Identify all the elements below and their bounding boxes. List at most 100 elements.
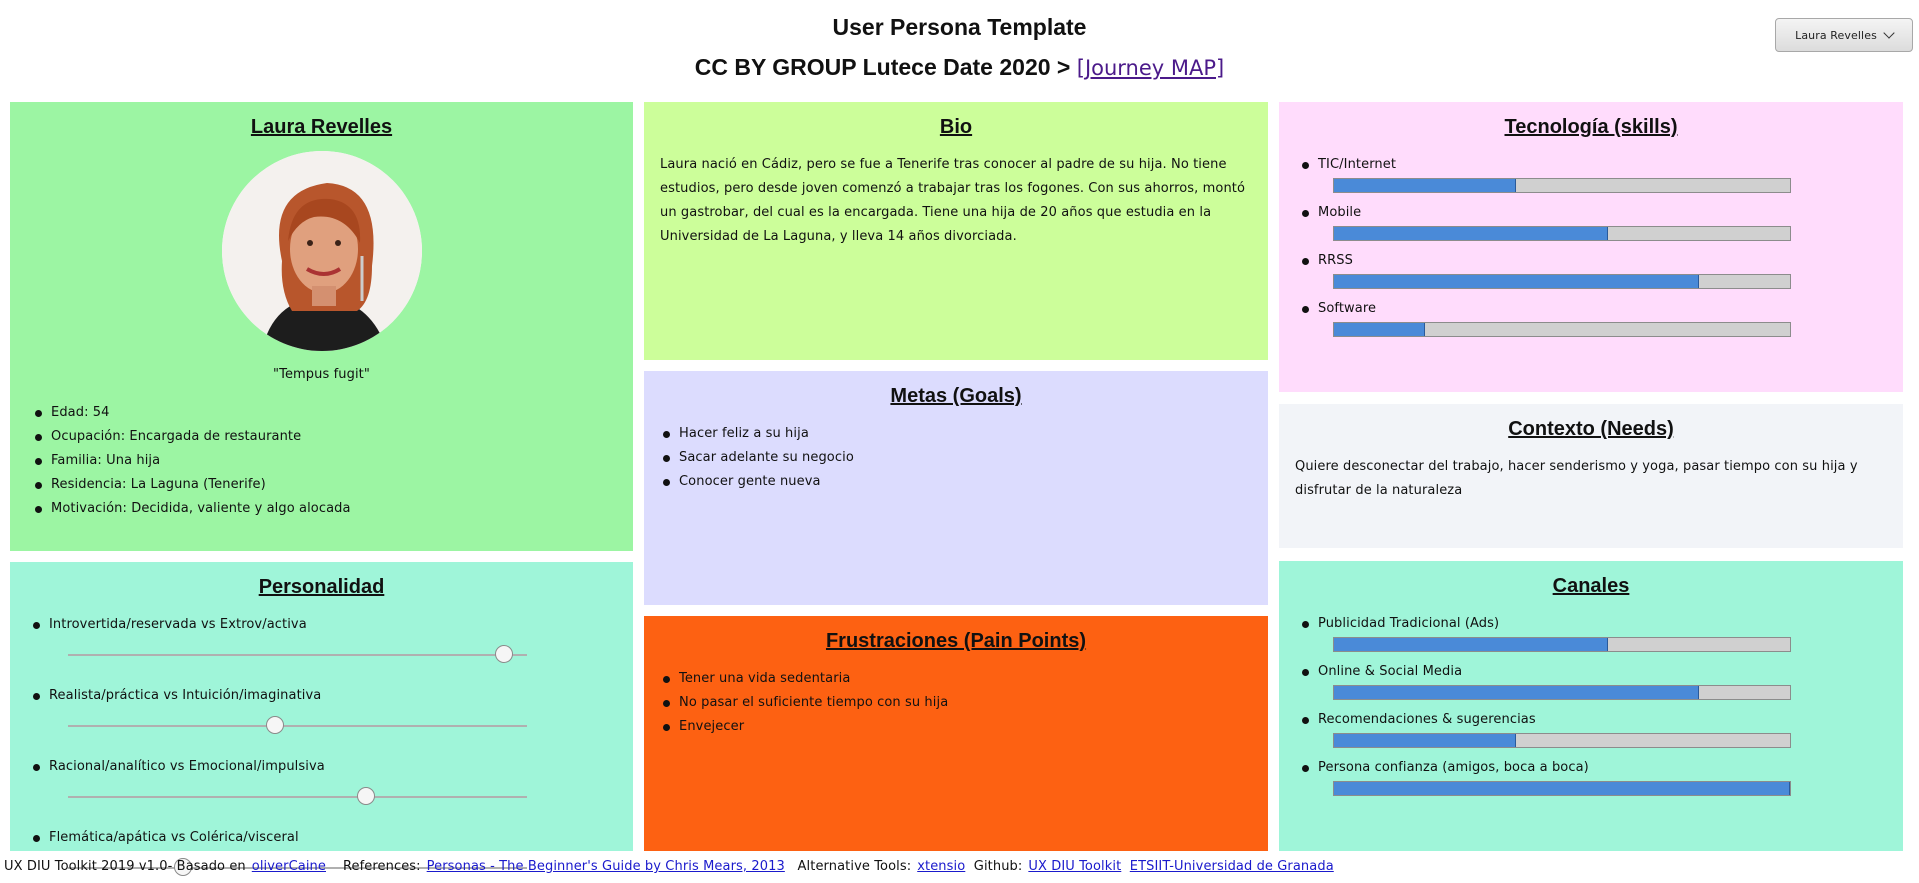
traits-list: Introvertida/reservada vs Extrov/activa …: [26, 613, 617, 876]
footer-refs-label: References:: [342, 859, 421, 874]
context-text: Quiere desconectar del trabajo, hacer se…: [1295, 459, 1858, 498]
skill-item: Software: [1299, 297, 1887, 337]
skill-bar: [1333, 274, 1791, 289]
channels-card: Canales Publicidad Tradicional (Ads) Onl…: [1279, 561, 1903, 851]
channel-item: Recomendaciones & sugerencias: [1299, 708, 1887, 748]
persona-quote: "Tempus fugit": [273, 367, 370, 382]
skill-item: TIC/Internet: [1299, 153, 1887, 193]
list-item: Hacer feliz a su hija: [660, 422, 1252, 446]
slider-handle[interactable]: [495, 645, 514, 663]
subtitle-text: CC BY GROUP Lutece Date 2020 >: [694, 54, 1071, 80]
skill-bar-fill: [1334, 323, 1426, 336]
channel-bar: [1333, 637, 1791, 652]
footer-refs-link[interactable]: Personas - The Beginner's Guide by Chris…: [427, 859, 785, 874]
trait-label: Racional/analítico vs Emocional/impulsiv…: [49, 759, 325, 774]
footer-alt-link[interactable]: xtensio: [917, 859, 965, 874]
goals-title: Metas (Goals): [890, 385, 1022, 407]
skills-list: TIC/Internet Mobile RRSS Software: [1295, 153, 1887, 337]
page-title: User Persona Template: [832, 14, 1087, 40]
slider-handle[interactable]: [265, 716, 284, 734]
channel-bar-fill: [1334, 686, 1699, 699]
list-item: Envejecer: [660, 715, 1252, 739]
channel-bar: [1333, 733, 1791, 748]
channels-title: Canales: [1552, 575, 1630, 597]
footer-alt-label: Alternative Tools:: [797, 859, 912, 874]
frustrations-list: Tener una vida sedentaria No pasar el su…: [660, 667, 1252, 739]
page-footer: UX DIU Toolkit 2019 v1.0- Basado en olive…: [4, 859, 1334, 874]
trait-slider[interactable]: [68, 645, 527, 663]
list-item: Sacar adelante su negocio: [660, 446, 1252, 470]
tech-title: Tecnología (skills): [1504, 116, 1678, 138]
list-item: Residencia: La Laguna (Tenerife): [32, 473, 617, 497]
trait-slider[interactable]: [68, 716, 527, 734]
trait-label: Introvertida/reservada vs Extrov/activa: [49, 617, 307, 632]
footer-github-label: Github:: [973, 859, 1023, 874]
trait-label: Realista/práctica vs Intuición/imaginati…: [49, 688, 322, 703]
footer-credit: UX DIU Toolkit 2019 v1.0- Basado en: [4, 859, 246, 874]
skill-bar: [1333, 226, 1791, 241]
channel-bar-fill: [1334, 782, 1790, 795]
bio-title: Bio: [939, 116, 973, 138]
skill-bar-fill: [1334, 227, 1608, 240]
channel-item: Publicidad Tradicional (Ads): [1299, 612, 1887, 652]
channel-bar: [1333, 781, 1791, 796]
skill-label: Software: [1318, 301, 1377, 316]
goals-list: Hacer feliz a su hija Sacar adelante su …: [660, 422, 1252, 494]
page-header: User Persona Template CC BY GROUP Lutece…: [0, 0, 1919, 100]
list-item: Edad: 54: [32, 401, 617, 425]
skill-bar-fill: [1334, 179, 1517, 192]
journey-map-link[interactable]: [Journey MAP]: [1077, 56, 1224, 80]
channel-bar-fill: [1334, 734, 1517, 747]
chevron-down-icon: [1883, 26, 1895, 39]
persona-selector[interactable]: Laura Revelles: [1775, 18, 1913, 52]
page-subtitle: CC BY GROUP Lutece Date 2020 > [Journey …: [0, 54, 1919, 81]
persona-card: Laura Revelles "Tempus fugit" Edad: 54 O…: [10, 102, 633, 551]
slider-handle[interactable]: [357, 787, 376, 805]
channel-label: Online & Social Media: [1318, 664, 1463, 679]
channel-bar: [1333, 685, 1791, 700]
list-item: Conocer gente nueva: [660, 470, 1252, 494]
persona-selector-label: Laura Revelles: [1795, 28, 1877, 42]
list-item: Familia: Una hija: [32, 449, 617, 473]
skill-item: Mobile: [1299, 201, 1887, 241]
trait-item: Realista/práctica vs Intuición/imaginati…: [30, 684, 617, 734]
list-item: Motivación: Decidida, valiente y algo al…: [32, 497, 617, 521]
skill-item: RRSS: [1299, 249, 1887, 289]
footer-github-link[interactable]: UX DIU Toolkit: [1028, 859, 1121, 874]
frustrations-card: Frustraciones (Pain Points) Tener una vi…: [644, 616, 1268, 851]
context-title: Contexto (Needs): [1508, 418, 1674, 440]
trait-label: Flemática/apática vs Colérica/visceral: [49, 830, 299, 845]
frustrations-title: Frustraciones (Pain Points): [825, 630, 1087, 652]
footer-credit-link[interactable]: oliverCaine: [252, 859, 326, 874]
list-item: Tener una vida sedentaria: [660, 667, 1252, 691]
channel-label: Recomendaciones & sugerencias: [1318, 712, 1536, 727]
persona-name: Laura Revelles: [250, 116, 393, 138]
channels-list: Publicidad Tradicional (Ads) Online & So…: [1295, 612, 1887, 796]
channel-item: Persona confianza (amigos, boca a boca): [1299, 756, 1887, 796]
list-item: No pasar el suficiente tiempo con su hij…: [660, 691, 1252, 715]
channel-label: Persona confianza (amigos, boca a boca): [1318, 760, 1589, 775]
skill-label: RRSS: [1318, 253, 1353, 268]
personality-title: Personalidad: [258, 576, 385, 598]
personality-card: Personalidad Introvertida/reservada vs E…: [10, 562, 633, 876]
context-card: Contexto (Needs) Quiere desconectar del …: [1279, 404, 1903, 548]
skill-bar: [1333, 178, 1791, 193]
avatar: [221, 151, 422, 351]
channel-item: Online & Social Media: [1299, 660, 1887, 700]
trait-item: Introvertida/reservada vs Extrov/activa: [30, 613, 617, 663]
bio-text: Laura nació en Cádiz, pero se fue a Tene…: [660, 157, 1246, 244]
footer-university-link[interactable]: ETSIIT-Universidad de Granada: [1130, 859, 1334, 874]
trait-item: Racional/analítico vs Emocional/impulsiv…: [30, 755, 617, 805]
avatar-photo: [221, 151, 422, 351]
tech-skills-card: Tecnología (skills) TIC/Internet Mobile …: [1279, 102, 1903, 392]
trait-slider[interactable]: [68, 787, 527, 805]
skill-bar-fill: [1334, 275, 1699, 288]
list-item: Ocupación: Encargada de restaurante: [32, 425, 617, 449]
channel-bar-fill: [1334, 638, 1608, 651]
skill-label: Mobile: [1318, 205, 1362, 220]
goals-card: Metas (Goals) Hacer feliz a su hija Saca…: [644, 371, 1268, 605]
channel-label: Publicidad Tradicional (Ads): [1318, 616, 1500, 631]
bio-card: Bio Laura nació en Cádiz, pero se fue a …: [644, 102, 1268, 360]
skill-bar: [1333, 322, 1791, 337]
persona-facts: Edad: 54 Ocupación: Encargada de restaur…: [32, 401, 617, 521]
